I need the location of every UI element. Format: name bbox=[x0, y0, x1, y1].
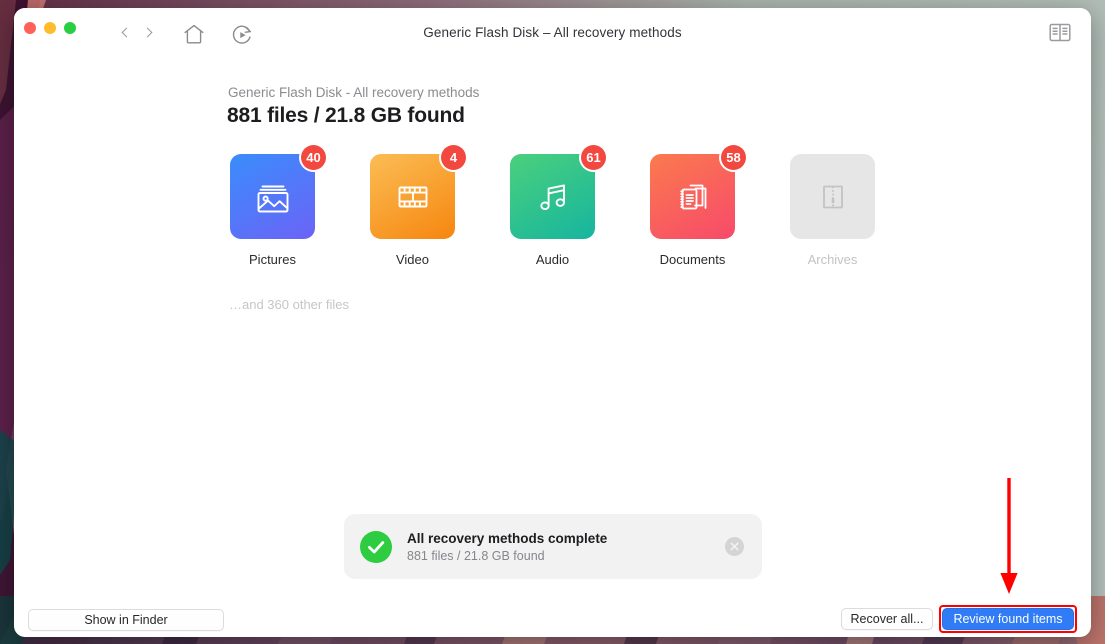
scan-source-subtitle: Generic Flash Disk - All recovery method… bbox=[228, 85, 480, 100]
audio-count-badge: 61 bbox=[581, 145, 606, 170]
photo-icon bbox=[257, 185, 288, 212]
toast-subtitle: 881 files / 21.8 GB found bbox=[407, 548, 545, 563]
recover-all-button[interactable]: Recover all... bbox=[841, 608, 933, 630]
archives-tile-label: Archives bbox=[807, 252, 858, 267]
video-count-badge: 4 bbox=[441, 145, 466, 170]
toast-close-button[interactable] bbox=[725, 537, 744, 556]
other-files-note: …and 360 other files bbox=[229, 297, 349, 312]
annotation-arrow bbox=[993, 478, 1025, 598]
documents-tile-label: Documents bbox=[659, 252, 726, 267]
close-icon bbox=[730, 542, 739, 551]
app-window: Generic Flash Disk – All recovery method… bbox=[14, 8, 1091, 637]
check-circle-icon bbox=[360, 530, 392, 563]
review-found-items-button[interactable]: Review found items bbox=[942, 608, 1074, 630]
zip-archive-icon bbox=[822, 185, 843, 208]
down-arrow-icon bbox=[1000, 478, 1018, 594]
window-content: Generic Flash Disk - All recovery method… bbox=[14, 57, 1091, 637]
results-headline: 881 files / 21.8 GB found bbox=[227, 104, 465, 127]
category-tile-video[interactable]: 4 Video bbox=[370, 145, 466, 267]
category-tile-audio[interactable]: 61 Audio bbox=[510, 145, 606, 267]
category-tile-documents[interactable]: 58 Documents bbox=[650, 145, 746, 267]
music-note-icon bbox=[539, 183, 565, 210]
window-toolbar: Generic Flash Disk – All recovery method… bbox=[14, 8, 1091, 57]
video-tile-box[interactable]: 4 bbox=[370, 145, 466, 239]
documents-count-badge: 58 bbox=[721, 145, 746, 170]
toast-text-group: All recovery methods complete 881 files … bbox=[407, 531, 725, 563]
toggle-panel-button[interactable] bbox=[1049, 23, 1071, 42]
window-title: Generic Flash Disk – All recovery method… bbox=[423, 25, 682, 40]
show-in-finder-button[interactable]: Show in Finder bbox=[28, 609, 224, 631]
category-tiles: 40 Pictures 4 Video 61 Audio 58 Document… bbox=[230, 145, 875, 267]
completion-toast[interactable]: All recovery methods complete 881 files … bbox=[344, 514, 762, 579]
audio-tile-label: Audio bbox=[535, 252, 570, 267]
video-tile-label: Video bbox=[395, 252, 429, 267]
documents-tile-box[interactable]: 58 bbox=[650, 145, 746, 239]
audio-tile-box[interactable]: 61 bbox=[510, 145, 606, 239]
sidebar-panel-icon bbox=[1049, 23, 1071, 42]
pictures-count-badge: 40 bbox=[301, 145, 326, 170]
archives-tile-box bbox=[790, 154, 875, 239]
film-strip-icon bbox=[398, 186, 427, 207]
pictures-tile-box[interactable]: 40 bbox=[230, 145, 326, 239]
documents-icon bbox=[679, 184, 706, 209]
category-tile-archives: Archives bbox=[790, 154, 875, 267]
category-tile-pictures[interactable]: 40 Pictures bbox=[230, 145, 326, 267]
toast-title: All recovery methods complete bbox=[407, 530, 608, 546]
pictures-tile-label: Pictures bbox=[249, 252, 296, 267]
